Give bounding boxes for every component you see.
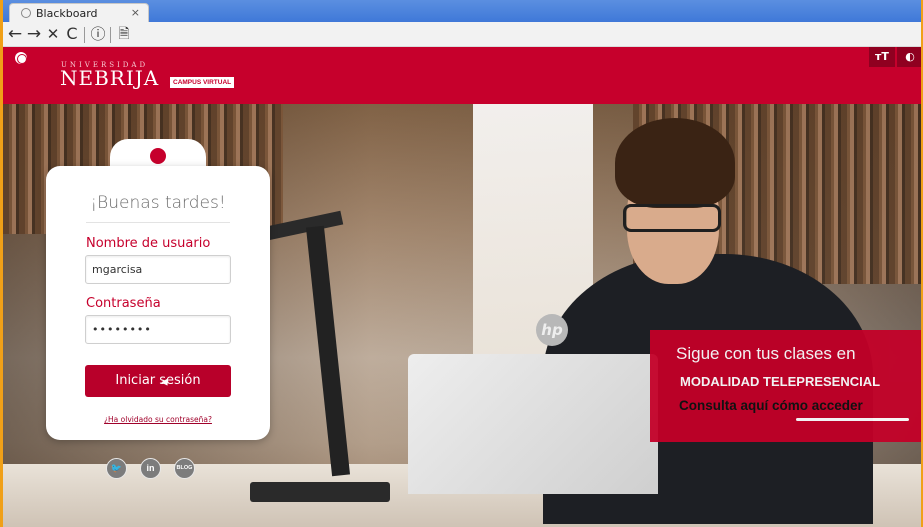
promo-text-line2: MODALIDAD TELEPRESENCIAL	[680, 374, 881, 389]
blog-icon[interactable]: BLOG	[174, 458, 195, 479]
page-icon[interactable]: 🗎	[114, 23, 134, 45]
student-hair	[615, 118, 735, 208]
info-icon[interactable]: ⓘ	[88, 23, 108, 45]
promo-underline	[796, 418, 909, 421]
forward-arrow-icon[interactable]: →	[24, 23, 44, 45]
contrast-icon[interactable]: ◐	[897, 47, 921, 67]
logo-nebrija[interactable]: NEBRIJA	[60, 66, 159, 90]
student-glasses	[623, 204, 721, 232]
login-card: ¡Buenas tardes! Nombre de usuario Contra…	[46, 166, 270, 440]
linkedin-icon[interactable]: in	[140, 458, 161, 479]
twitter-icon[interactable]: 🐦	[106, 458, 127, 479]
login-button[interactable]: Iniciar sesión	[85, 365, 231, 397]
username-label: Nombre de usuario	[86, 236, 211, 251]
promo-text-line1: Sigue con tus clases en	[676, 344, 856, 363]
forgot-password-link[interactable]: ¿Ha olvidado su contraseña?	[46, 415, 270, 424]
hp-logo-icon: hp	[536, 314, 568, 346]
stop-icon[interactable]: ✕	[43, 23, 63, 45]
desk-lamp-arm	[305, 225, 351, 477]
toolbar-separator	[110, 27, 111, 43]
text-size-button[interactable]: тT	[869, 47, 895, 67]
site-header: UNIVERSIDAD NEBRIJA CAMPUS VIRTUAL тT ◐	[3, 47, 921, 104]
browser-tab[interactable]: Blackboard ×	[9, 3, 149, 22]
telepresencial-promo[interactable]: Sigue con tus clases en MODALIDAD TELEPR…	[650, 330, 921, 442]
campus-virtual-badge: CAMPUS VIRTUAL	[170, 77, 235, 88]
back-arrow-icon[interactable]: ←	[5, 23, 25, 45]
reload-icon[interactable]: C	[62, 23, 82, 45]
browser-tabbar: Blackboard ×	[3, 0, 921, 22]
greeting-title: ¡Buenas tardes!	[90, 193, 226, 213]
laptop	[408, 354, 658, 494]
lamp-lightbulb-icon	[150, 148, 166, 164]
password-field[interactable]	[85, 315, 231, 344]
username-field[interactable]	[85, 255, 231, 284]
promo-access-link[interactable]: Consulta aquí cómo acceder	[679, 398, 863, 413]
tab-title: Blackboard	[36, 7, 98, 20]
tab-close-icon[interactable]: ×	[131, 6, 140, 19]
browser-toolbar: ← → ✕ C ⓘ 🗎	[3, 22, 921, 47]
password-label: Contraseña	[86, 296, 161, 311]
greeting-divider	[86, 222, 230, 223]
page-loading-icon	[21, 8, 31, 18]
browser-window: Blackboard × ← → ✕ C ⓘ 🗎 UNIVERSIDAD NEB…	[0, 0, 923, 527]
desk-lamp-base	[250, 482, 390, 502]
globe-icon[interactable]	[15, 52, 27, 64]
toolbar-separator	[84, 27, 85, 43]
